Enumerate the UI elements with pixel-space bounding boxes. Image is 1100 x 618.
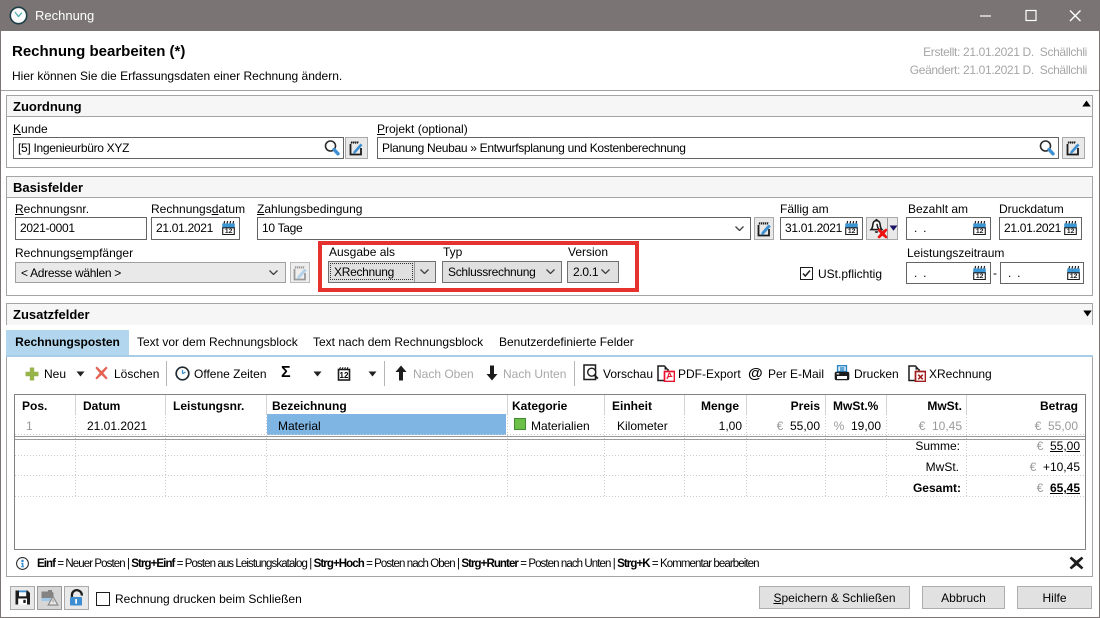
svg-text:12: 12: [340, 371, 349, 380]
